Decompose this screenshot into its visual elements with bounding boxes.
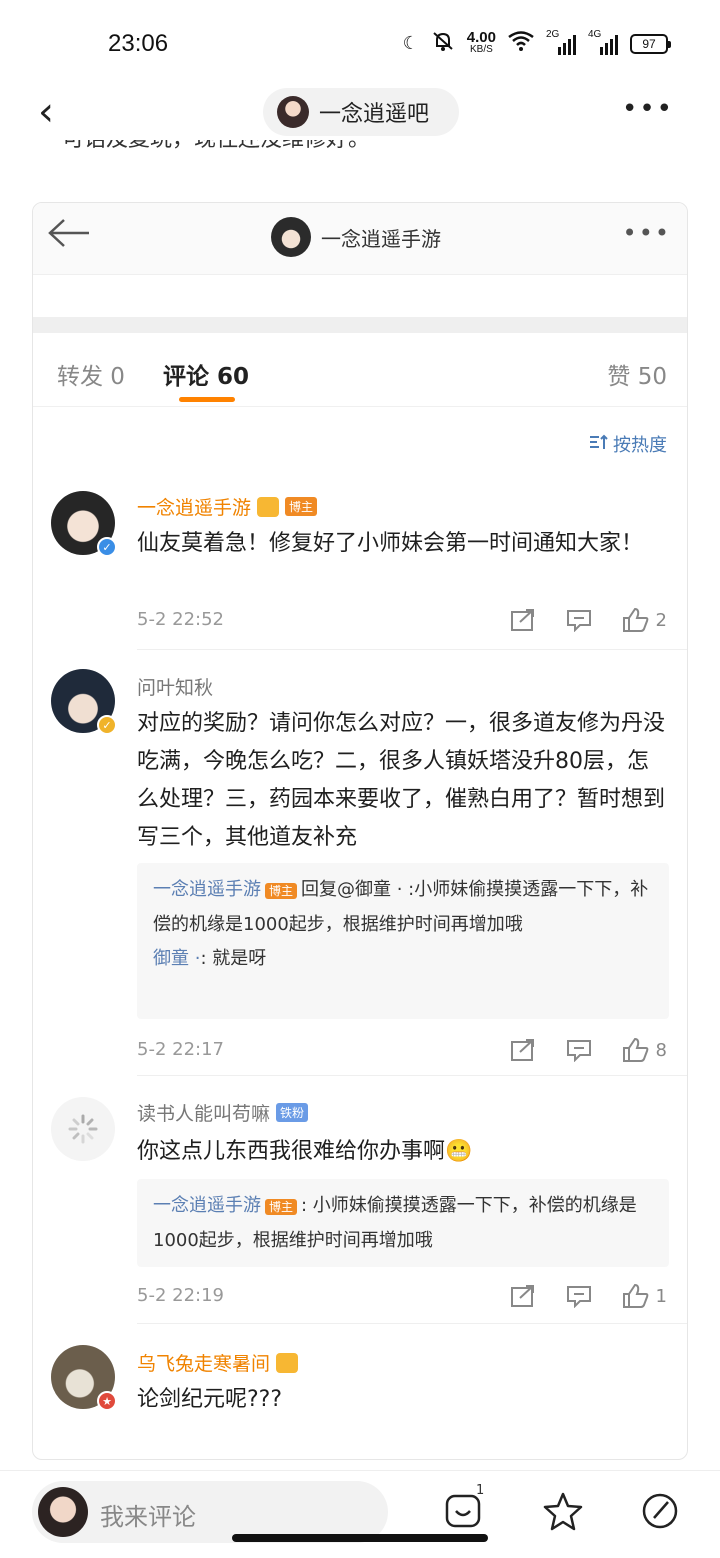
comment-author[interactable]: 一念逍遥手游 博主 [137,493,318,520]
divider [137,1323,687,1324]
top-bar: ‹ 一念逍遥吧 ••• [0,86,720,142]
reply-block[interactable]: 一念逍遥手游 博主: 小师妹偷摸摸透露一下下，补偿的机缘是1000起步，根据维护时… [137,1179,669,1267]
back-chevron-icon[interactable]: ‹ [38,92,54,132]
reply-text: : 就是呀 [200,948,267,969]
comment-actions: 2 [510,607,667,633]
comment-meta: 5-2 22:19 1 [137,1283,667,1315]
back-arrow-icon[interactable] [47,215,91,255]
like-count: 8 [655,1039,667,1061]
reply-author[interactable]: 御童 · [153,948,200,969]
avatar[interactable]: ★ [51,1345,117,1411]
comment-meta: 5-2 22:17 8 [137,1037,667,1069]
card-header: 一念逍遥手游 ••• [33,203,687,275]
forum-avatar [277,96,309,128]
like-button[interactable]: 1 [622,1283,667,1309]
comment-text: 仙友莫着急！修复好了小师妹会第一时间通知大家！ [137,531,644,556]
share-icon[interactable] [510,608,536,632]
active-tab-indicator [179,397,235,402]
like-button[interactable]: 8 [622,1037,667,1063]
comment-actions: 8 [510,1037,667,1063]
comment-text: 论剑纪元呢??? [137,1387,283,1412]
moon-icon: ☾ [402,33,419,54]
bottom-bar: 我来评论 1 [0,1470,720,1558]
reply-author[interactable]: 一念逍遥手游 博主 [153,879,301,900]
post-text-fragment: 可话及复玩，现住还没维修好。 [62,140,370,164]
sort-label: 按热度 [613,435,667,456]
avatar[interactable]: ✓ [51,669,117,735]
star-icon[interactable] [542,1491,584,1535]
comment-input-placeholder: 我来评论 [100,1503,196,1531]
comment-author[interactable]: 乌飞兔走寒暑间 [137,1349,299,1376]
comment-meta: 5-2 22:52 2 [137,607,667,639]
forum-pill[interactable]: 一念逍遥吧 [263,88,459,136]
avatar[interactable]: ✓ [51,491,117,557]
reply-icon[interactable] [566,1284,592,1308]
comment-time: 5-2 22:19 [137,1285,224,1306]
reply-icon[interactable] [566,1038,592,1062]
embedded-screenshot-card: 一念逍遥手游 ••• 转发 0 评论 60 赞 50 按热度 ✓ 一念逍遥手游 … [32,202,688,1460]
signal-sim1-icon: 2G [546,29,576,55]
reply-icon[interactable] [566,608,592,632]
tab-comments[interactable]: 评论 60 [163,357,249,391]
status-time: 23:06 [108,30,169,57]
status-bar: 23:06 ☾ 4.00 KB/S 2G 4G 97 [0,0,720,86]
comment-time: 5-2 22:17 [137,1039,224,1060]
more-dots-icon[interactable]: ••• [622,94,674,124]
my-avatar [38,1487,88,1537]
emoji-count: 1 [476,1483,485,1498]
verified-badge-icon: ✓ [97,537,117,557]
wifi-icon [508,31,534,56]
share-icon[interactable] [510,1284,536,1308]
crown-icon [276,1352,299,1373]
fan-tag: 铁粉 [276,1103,309,1122]
network-speed: 4.00 KB/S [466,28,496,55]
card-more-icon[interactable]: ••• [623,219,671,247]
tabs: 转发 0 评论 60 赞 50 [33,333,687,407]
card-title-group: 一念逍遥手游 [271,217,441,257]
divider [137,649,687,650]
tab-repost[interactable]: 转发 0 [57,357,125,391]
owner-tag: 博主 [285,497,318,516]
sort-icon [589,434,609,455]
comment-text: 你这点儿东西我很难给你办事啊😬 [137,1139,473,1164]
comment-author[interactable]: 读书人能叫苟嘛 铁粉 [137,1099,309,1126]
tab-likes[interactable]: 赞 50 [607,357,667,391]
comment-text: 对应的奖励？请问你怎么对应？一，很多道友修为丹没吃满，今晚怎么吃？二，很多人镇妖… [137,711,666,850]
crown-icon [257,496,280,517]
like-count: 2 [655,609,667,631]
sort-button[interactable]: 按热度 [589,431,667,457]
edit-icon[interactable] [640,1491,680,1535]
like-button[interactable]: 2 [622,607,667,633]
badge-icon: ★ [97,1391,117,1411]
loading-spinner-icon [51,1097,115,1161]
home-indicator [232,1534,488,1542]
battery-icon: 97 [630,33,671,54]
account-avatar [271,217,311,257]
reply-author[interactable]: 一念逍遥手游 博主 [153,1195,301,1216]
verified-badge-icon: ✓ [97,715,117,735]
comment-time: 5-2 22:52 [137,609,224,630]
comment-actions: 1 [510,1283,667,1309]
like-count: 1 [655,1285,667,1307]
forum-title: 一念逍遥吧 [319,102,430,127]
mute-bell-icon [431,30,455,57]
card-title: 一念逍遥手游 [321,226,441,251]
reply-block[interactable]: 一念逍遥手游 博主 回复@御童 · :小师妹偷摸摸透露一下下，补偿的机缘是1000起… [137,863,669,1019]
divider [137,1075,687,1076]
share-icon[interactable] [510,1038,536,1062]
signal-sim2-icon: 4G [588,29,618,55]
comment-author[interactable]: 问叶知秋 [137,673,213,700]
status-icons: ☾ 4.00 KB/S 2G 4G 97 [402,28,671,57]
avatar-loading[interactable] [51,1097,115,1161]
section-separator [33,317,687,333]
